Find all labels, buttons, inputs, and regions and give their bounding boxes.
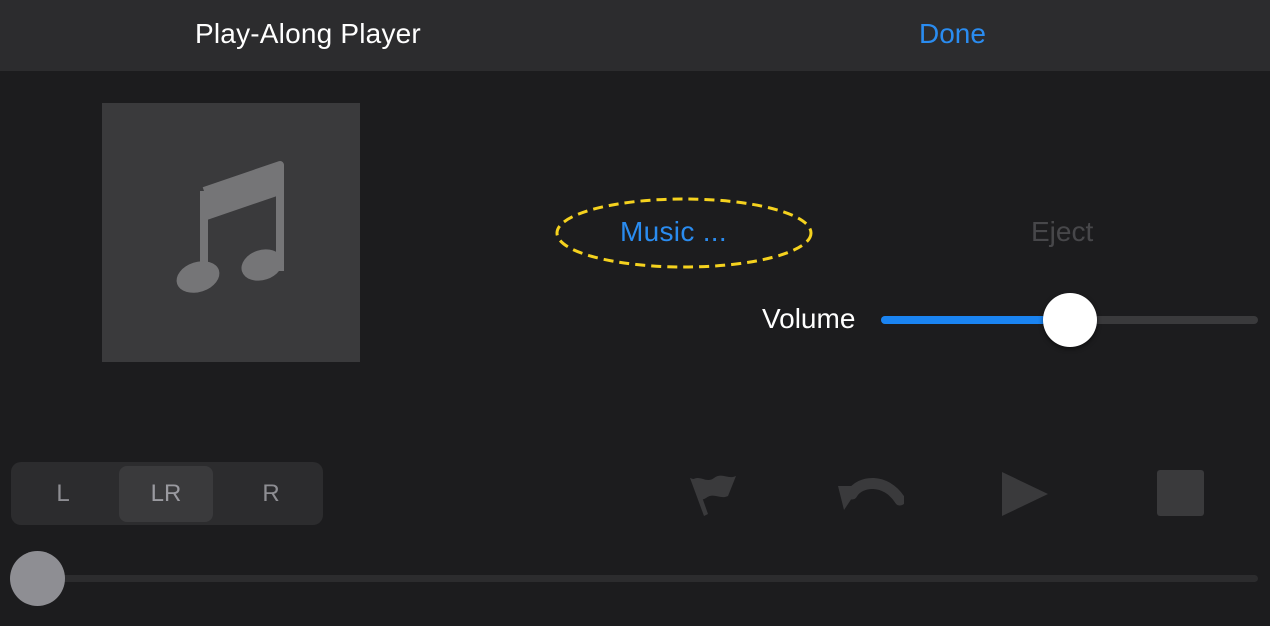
music-button[interactable]: Music ... bbox=[620, 216, 727, 248]
position-knob[interactable] bbox=[10, 551, 65, 606]
done-button[interactable]: Done bbox=[919, 18, 986, 50]
header-bar: Play-Along Player Done bbox=[0, 0, 1270, 71]
volume-knob[interactable] bbox=[1042, 293, 1097, 347]
stop-icon[interactable] bbox=[1157, 470, 1204, 516]
music-note-icon bbox=[176, 161, 284, 293]
channel-lr-option[interactable]: LR bbox=[119, 466, 213, 522]
volume-slider[interactable] bbox=[881, 292, 1258, 348]
channel-segmented-control: L LR R bbox=[11, 462, 323, 525]
volume-fill bbox=[881, 316, 1070, 324]
playback-position-slider[interactable] bbox=[10, 551, 1258, 607]
flag-icon[interactable] bbox=[686, 470, 740, 520]
page-title: Play-Along Player bbox=[195, 18, 421, 49]
undo-icon[interactable] bbox=[834, 474, 904, 514]
play-icon[interactable] bbox=[1000, 470, 1050, 518]
volume-label: Volume bbox=[762, 303, 856, 334]
channel-l-option[interactable]: L bbox=[15, 466, 111, 522]
album-artwork bbox=[102, 103, 360, 362]
play-along-player: Play-Along Player Done Music ... Eject V… bbox=[0, 0, 1270, 626]
eject-button[interactable]: Eject bbox=[1031, 216, 1093, 248]
channel-r-option[interactable]: R bbox=[223, 466, 319, 522]
position-track bbox=[10, 575, 1258, 582]
